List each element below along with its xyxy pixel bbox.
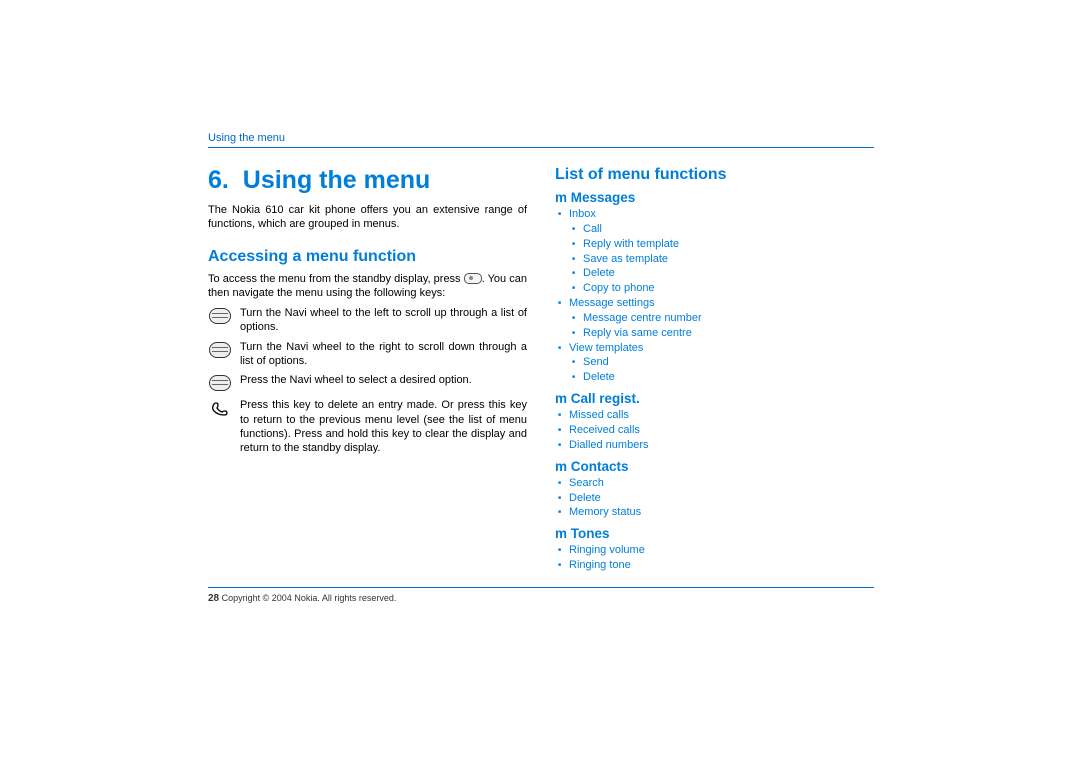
intro-paragraph: The Nokia 610 car kit phone offers you a…	[208, 203, 527, 232]
page-number: 28	[208, 593, 219, 604]
instruction-row: Press the Navi wheel to select a desired…	[208, 373, 527, 393]
access-text-before: To access the menu from the standby disp…	[208, 273, 464, 285]
menu-item: Delete	[555, 491, 874, 506]
instruction-text: Press the Navi wheel to select a desired…	[240, 373, 527, 387]
menu-subitem: Reply via same centre	[555, 326, 874, 341]
menu-subitem: Delete	[555, 266, 874, 281]
access-paragraph: To access the menu from the standby disp…	[208, 272, 527, 301]
manual-page: Using the menu 6. Using the menu The Nok…	[208, 132, 874, 604]
chapter-number: 6.	[208, 166, 229, 194]
instruction-row: Press this key to delete an entry made. …	[208, 398, 527, 455]
instruction-row: Turn the Navi wheel to the right to scro…	[208, 340, 527, 369]
menu-function-list: m Messages InboxCallReply with templateSa…	[555, 190, 874, 573]
menu-item: Missed calls	[555, 408, 874, 423]
menu-subitem: Send	[555, 355, 874, 370]
left-column: 6. Using the menu The Nokia 610 car kit …	[208, 166, 527, 573]
section-accessing: Accessing a menu function	[208, 248, 527, 266]
menu-subitem: Call	[555, 222, 874, 237]
chapter-heading: 6. Using the menu	[208, 166, 527, 195]
menu-item: Ringing tone	[555, 558, 874, 573]
instruction-text: Turn the Navi wheel to the left to scrol…	[240, 306, 527, 335]
right-column: List of menu functions m Messages InboxCa…	[555, 166, 874, 573]
chapter-title: Using the menu	[243, 166, 431, 194]
menu-subitem: Message centre number	[555, 311, 874, 326]
menu-key-icon	[464, 273, 482, 284]
two-column-layout: 6. Using the menu The Nokia 610 car kit …	[208, 166, 874, 573]
instruction-text: Turn the Navi wheel to the right to scro…	[240, 340, 527, 369]
menu-item: Inbox	[555, 207, 874, 222]
instruction-text: Press this key to delete an entry made. …	[240, 398, 527, 455]
running-header: Using the menu	[208, 132, 874, 144]
section-list: List of menu functions	[555, 166, 874, 184]
back-key-icon	[208, 398, 232, 418]
copyright-text: Copyright © 2004 Nokia. All rights reser…	[222, 593, 397, 603]
navi-wheel-left-icon	[208, 306, 232, 326]
menu-category: m Call regist.	[555, 391, 874, 406]
top-rule	[208, 147, 874, 148]
menu-item: Received calls	[555, 423, 874, 438]
navi-wheel-right-icon	[208, 340, 232, 360]
menu-category: m Contacts	[555, 459, 874, 474]
menu-subitem: Reply with template	[555, 237, 874, 252]
instruction-row: Turn the Navi wheel to the left to scrol…	[208, 306, 527, 335]
menu-item: Search	[555, 476, 874, 491]
menu-subitem: Delete	[555, 370, 874, 385]
menu-category: m Tones	[555, 526, 874, 541]
menu-item: Memory status	[555, 505, 874, 520]
menu-item: Message settings	[555, 296, 874, 311]
menu-item: Dialled numbers	[555, 438, 874, 453]
menu-subitem: Save as template	[555, 252, 874, 267]
menu-subitem: Copy to phone	[555, 281, 874, 296]
menu-category: m Messages	[555, 190, 874, 205]
page-footer: 28 Copyright © 2004 Nokia. All rights re…	[208, 593, 874, 604]
bottom-rule	[208, 587, 874, 588]
menu-item: View templates	[555, 341, 874, 356]
menu-item: Ringing volume	[555, 543, 874, 558]
navi-wheel-press-icon	[208, 373, 232, 393]
